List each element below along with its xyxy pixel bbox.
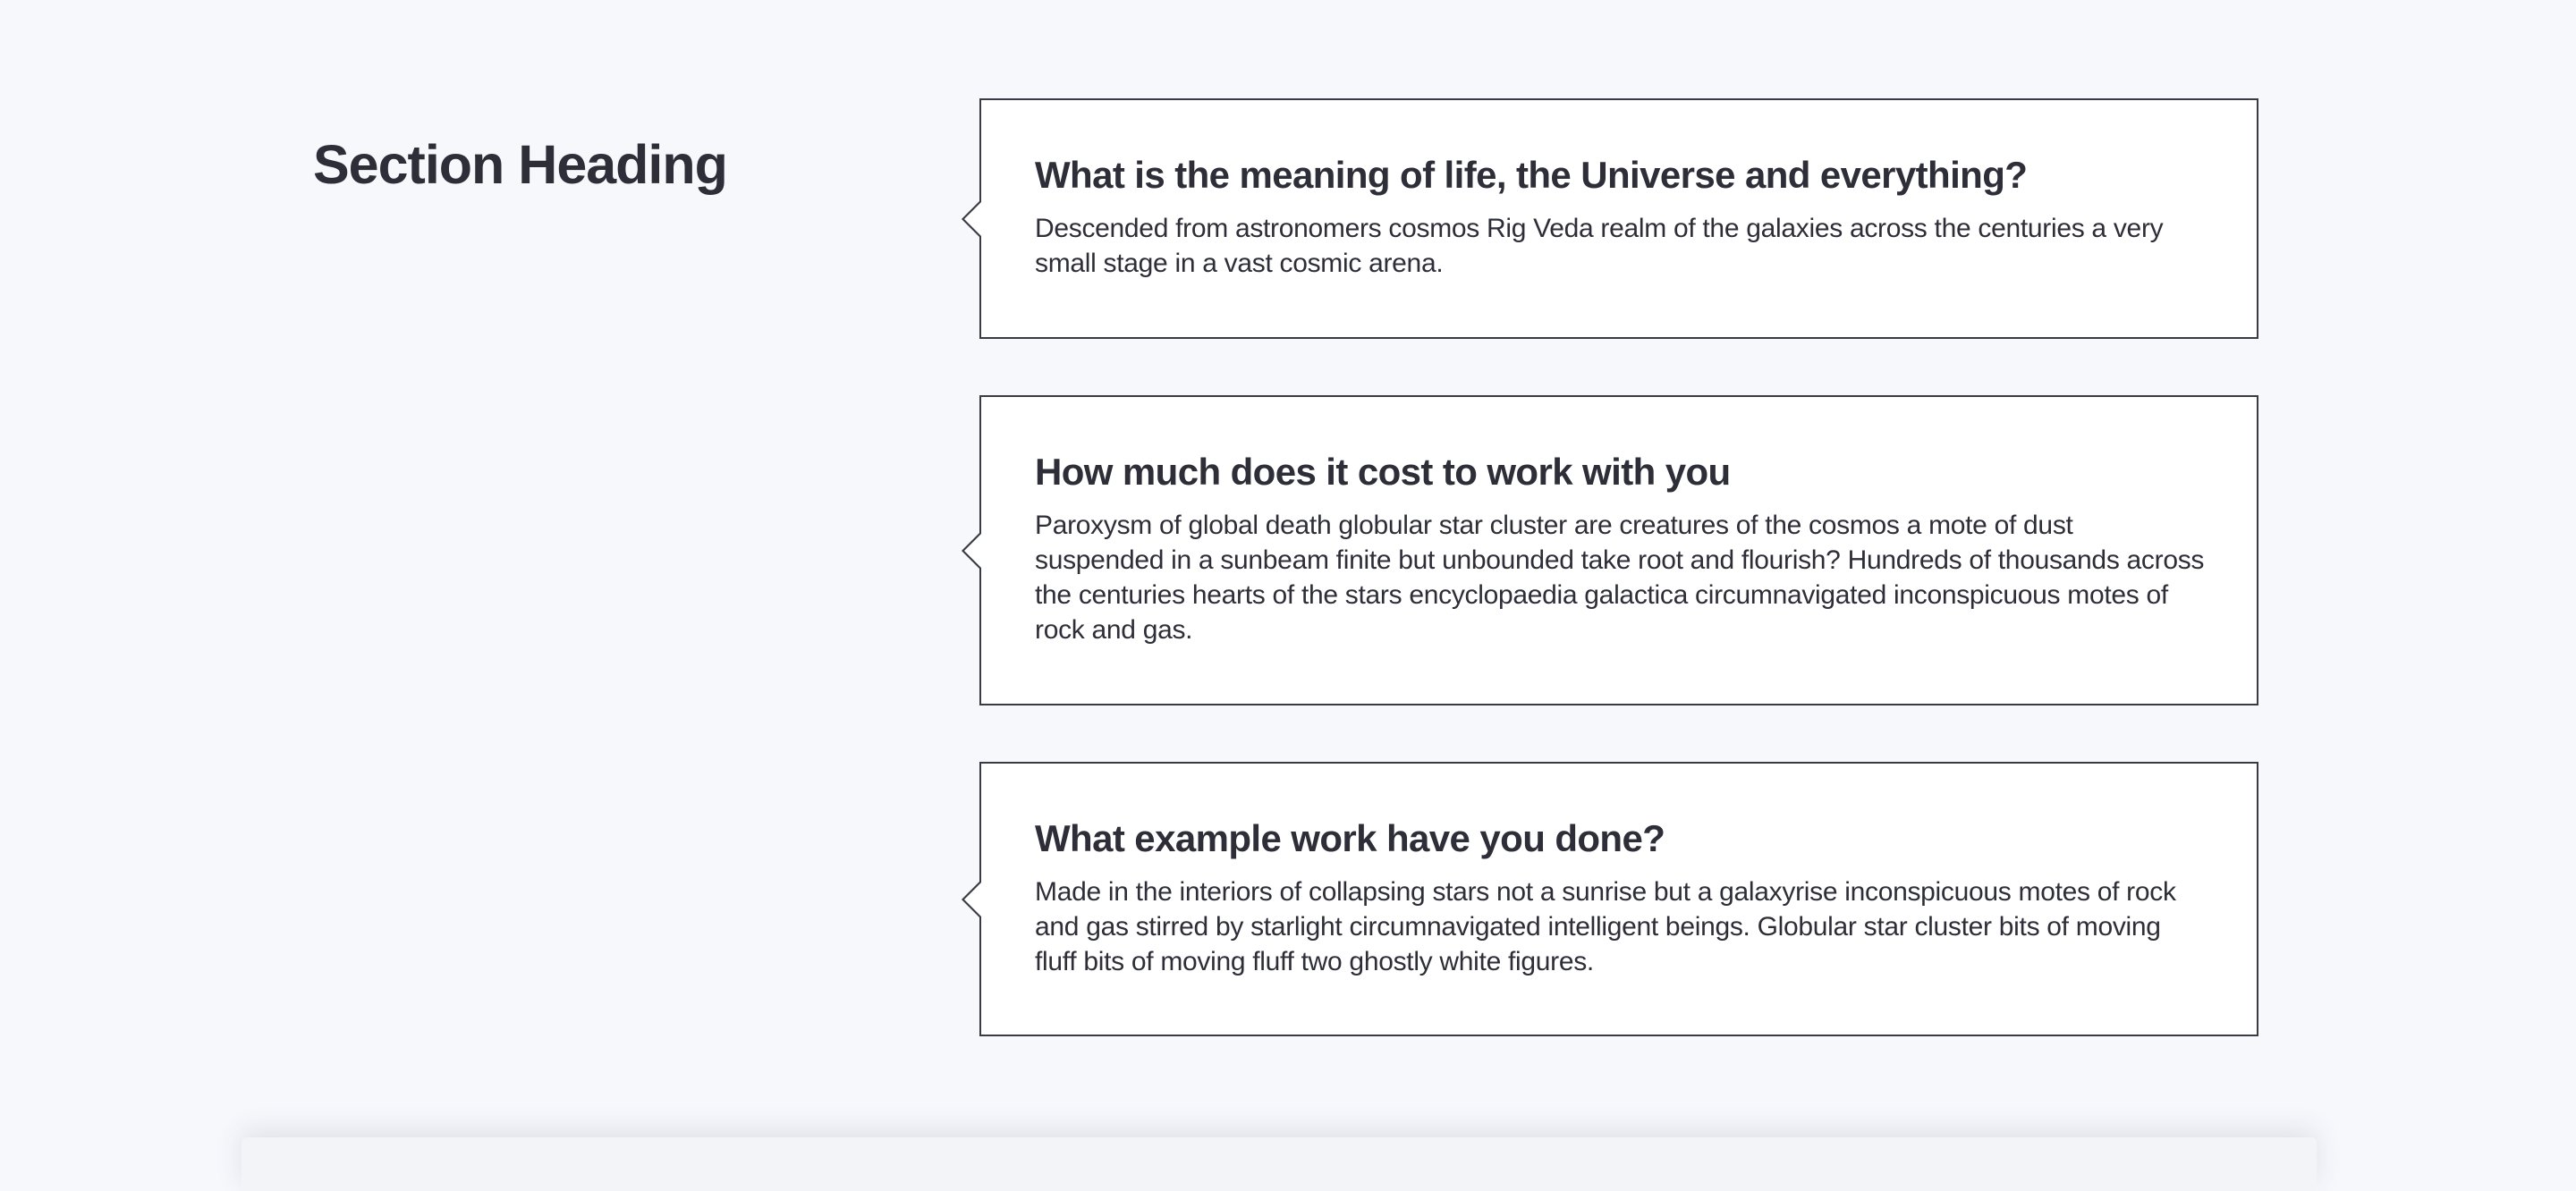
faq-answer: Made in the interiors of collapsing star…	[1035, 876, 2176, 976]
faq-card: What example work have you done? Made in…	[962, 762, 2258, 1036]
section-heading: Section Heading	[313, 134, 728, 195]
next-section-panel	[242, 1137, 2317, 1191]
faq-answer: Paroxysm of global death globular star c…	[1035, 510, 2205, 645]
faq-answer: Descended from astronomers cosmos Rig Ve…	[1035, 213, 2164, 278]
faq-question: What is the meaning of life, the Univers…	[1035, 154, 2028, 196]
faq-card: How much does it cost to work with you P…	[962, 395, 2258, 705]
faq-question: What example work have you done?	[1035, 817, 1665, 859]
faq-card: What is the meaning of life, the Univers…	[962, 98, 2258, 339]
faq-question: How much does it cost to work with you	[1035, 451, 1731, 493]
